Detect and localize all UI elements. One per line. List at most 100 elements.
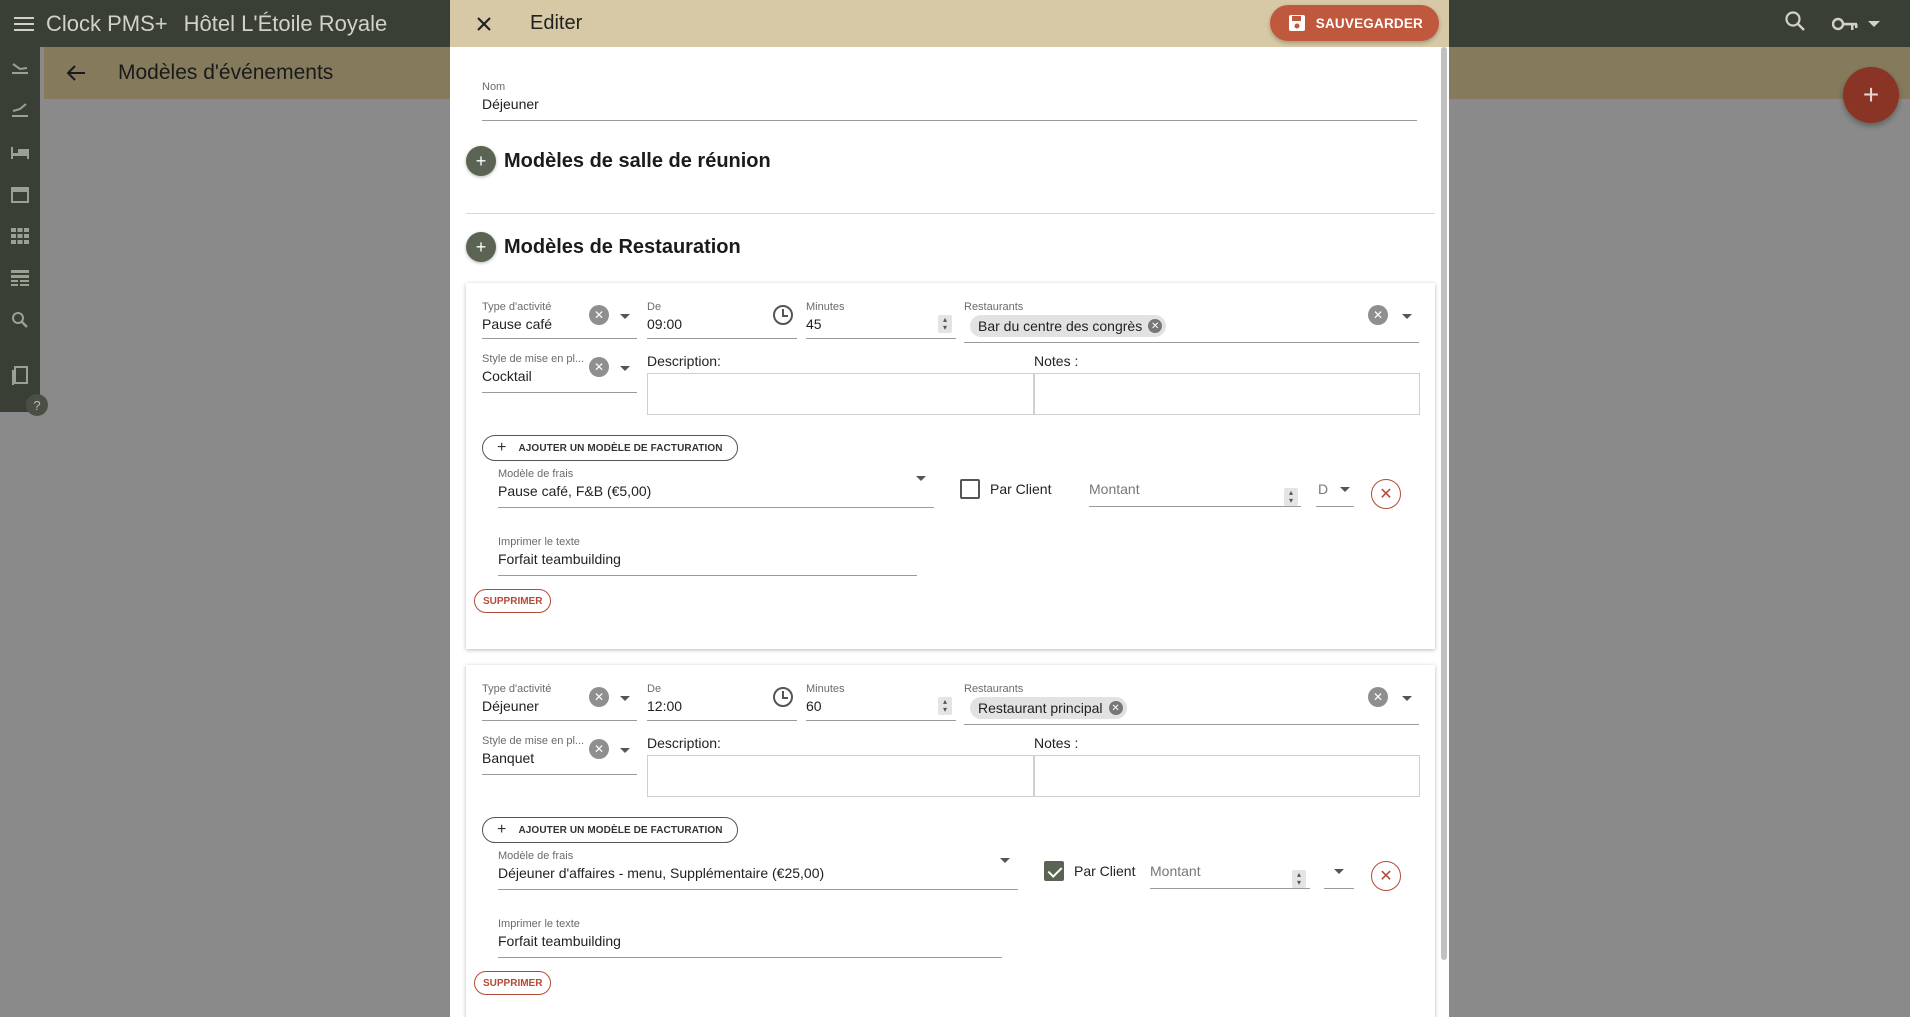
restaurant-chip: Bar du centre des congrès ✕: [970, 315, 1167, 337]
add-billing-model-button[interactable]: + AJOUTER UN MODÈLE DE FACTURATION: [482, 817, 738, 843]
plus-icon: +: [1862, 79, 1880, 110]
grid-icon[interactable]: [0, 215, 40, 257]
remove-billing-button[interactable]: ✕: [1371, 479, 1401, 509]
fee-model-label: Modèle de frais: [498, 850, 574, 862]
menu-icon[interactable]: [6, 0, 42, 47]
edit-dialog: Editer SAUVEGARDER Nom Déjeuner + Modèle…: [450, 0, 1449, 1017]
close-icon[interactable]: [476, 16, 506, 32]
dropdown-caret-icon[interactable]: [620, 314, 630, 319]
setup-style-select[interactable]: Style de mise en pl... Cocktail: [482, 353, 637, 393]
minutes-field[interactable]: Minutes 45: [806, 301, 956, 339]
app-name: Clock PMS+: [46, 10, 168, 36]
restaurant-chip: Restaurant principal ✕: [970, 697, 1127, 719]
catering-section: + Modèles de Restauration: [466, 232, 741, 262]
clear-icon[interactable]: ✕: [589, 739, 609, 759]
bed-icon[interactable]: [0, 131, 40, 173]
dropdown-caret-icon[interactable]: [1000, 858, 1010, 863]
dropdown-caret-icon[interactable]: [620, 366, 630, 371]
departures-icon[interactable]: [0, 89, 40, 131]
add-fab-button[interactable]: +: [1843, 67, 1899, 123]
per-client-checkbox[interactable]: [960, 479, 980, 499]
dropdown-caret-icon[interactable]: [1402, 696, 1412, 701]
plus-icon: +: [475, 150, 487, 171]
setup-style-label: Style de mise en pl...: [482, 353, 585, 365]
minutes-stepper[interactable]: ▴ ▾: [938, 315, 952, 333]
dropdown-caret-icon[interactable]: [916, 476, 926, 481]
activity-type-value: Déjeuner: [482, 698, 539, 714]
dropdown-caret-icon[interactable]: [1340, 487, 1350, 492]
clear-icon[interactable]: ✕: [1368, 305, 1388, 325]
minutes-label: Minutes: [806, 683, 845, 695]
description-label: Description:: [647, 353, 721, 369]
key-icon[interactable]: [1832, 16, 1880, 32]
plus-icon: +: [497, 439, 507, 456]
name-field[interactable]: Nom Déjeuner: [482, 81, 1417, 121]
notes-textarea[interactable]: [1034, 373, 1420, 415]
activity-type-select[interactable]: Type d'activité Pause café: [482, 301, 637, 339]
clear-icon[interactable]: ✕: [589, 687, 609, 707]
setup-style-select[interactable]: Style de mise en pl... Banquet: [482, 735, 637, 775]
minutes-stepper[interactable]: ▴ ▾: [938, 697, 952, 715]
notes-label: Notes :: [1034, 353, 1079, 369]
catering-card: Type d'activité Déjeuner ✕ De 12:00 Minu…: [466, 665, 1435, 1017]
print-text-field[interactable]: Imprimer le texte Forfait teambuilding: [498, 918, 1002, 958]
catering-title: Modèles de Restauration: [504, 235, 741, 258]
clear-icon[interactable]: ✕: [1368, 687, 1388, 707]
book-icon[interactable]: [0, 355, 40, 397]
save-icon: [1288, 15, 1305, 31]
dropdown-caret-icon[interactable]: [620, 696, 630, 701]
setup-style-value: Banquet: [482, 750, 535, 766]
activity-type-value: Pause café: [482, 316, 553, 332]
fee-model-select[interactable]: Modèle de frais Déjeuner d'affaires - me…: [498, 850, 1018, 890]
dialog-header: Editer SAUVEGARDER: [450, 0, 1449, 47]
plus-icon: +: [475, 236, 487, 257]
add-catering-button[interactable]: +: [466, 232, 496, 262]
clear-icon[interactable]: ✕: [589, 305, 609, 325]
print-text-label: Imprimer le texte: [498, 918, 580, 930]
search-icon[interactable]: [1784, 10, 1806, 37]
activity-type-select[interactable]: Type d'activité Déjeuner: [482, 683, 637, 721]
description-textarea[interactable]: [647, 755, 1034, 797]
delete-button[interactable]: SUPPRIMER: [474, 971, 552, 995]
per-client-checkbox[interactable]: [1044, 861, 1064, 881]
fee-model-select[interactable]: Modèle de frais Pause café, F&B (€5,00): [498, 468, 934, 508]
fee-model-label: Modèle de frais: [498, 468, 574, 480]
dropdown-caret-icon[interactable]: [1334, 869, 1344, 874]
name-value: Déjeuner: [482, 96, 539, 112]
arrivals-icon[interactable]: [0, 47, 40, 89]
amount-stepper[interactable]: ▴ ▾: [1292, 870, 1306, 888]
print-text-field[interactable]: Imprimer le texte Forfait teambuilding: [498, 536, 917, 576]
remove-billing-button[interactable]: ✕: [1371, 861, 1401, 891]
dialog-body: Nom Déjeuner + Modèles de salle de réuni…: [450, 47, 1449, 1017]
minutes-value: 45: [806, 316, 822, 332]
amount-stepper[interactable]: ▴ ▾: [1284, 488, 1298, 506]
minutes-field[interactable]: Minutes 60: [806, 683, 956, 721]
add-billing-model-button[interactable]: + AJOUTER UN MODÈLE DE FACTURATION: [482, 435, 738, 461]
back-arrow-icon[interactable]: [66, 65, 106, 81]
setup-style-value: Cocktail: [482, 368, 532, 384]
clock-icon[interactable]: [773, 687, 793, 707]
chip-remove-icon[interactable]: ✕: [1108, 701, 1123, 715]
add-meeting-room-button[interactable]: +: [466, 146, 496, 176]
hotel-name: Hôtel L'Étoile Royale: [183, 10, 388, 36]
add-billing-label: AJOUTER UN MODÈLE DE FACTURATION: [518, 442, 723, 454]
description-label: Description:: [647, 735, 721, 751]
calendar-icon[interactable]: [0, 173, 40, 215]
search-icon[interactable]: [0, 299, 40, 341]
save-button[interactable]: SAUVEGARDER: [1269, 5, 1439, 41]
clear-icon[interactable]: ✕: [589, 357, 609, 377]
clock-icon[interactable]: [773, 305, 793, 325]
save-button-label: SAUVEGARDER: [1315, 15, 1423, 31]
dropdown-caret-icon[interactable]: [1402, 314, 1412, 319]
chip-remove-icon[interactable]: ✕: [1148, 319, 1163, 333]
dropdown-caret-icon[interactable]: [620, 748, 630, 753]
help-icon[interactable]: ?: [26, 394, 48, 416]
notes-textarea[interactable]: [1034, 755, 1420, 797]
notes-label: Notes :: [1034, 735, 1079, 751]
table-icon[interactable]: [0, 257, 40, 299]
description-textarea[interactable]: [647, 373, 1034, 415]
print-text-value: Forfait teambuilding: [498, 933, 621, 949]
plus-icon: +: [497, 821, 507, 838]
name-label: Nom: [482, 81, 506, 93]
delete-button[interactable]: SUPPRIMER: [474, 589, 552, 613]
